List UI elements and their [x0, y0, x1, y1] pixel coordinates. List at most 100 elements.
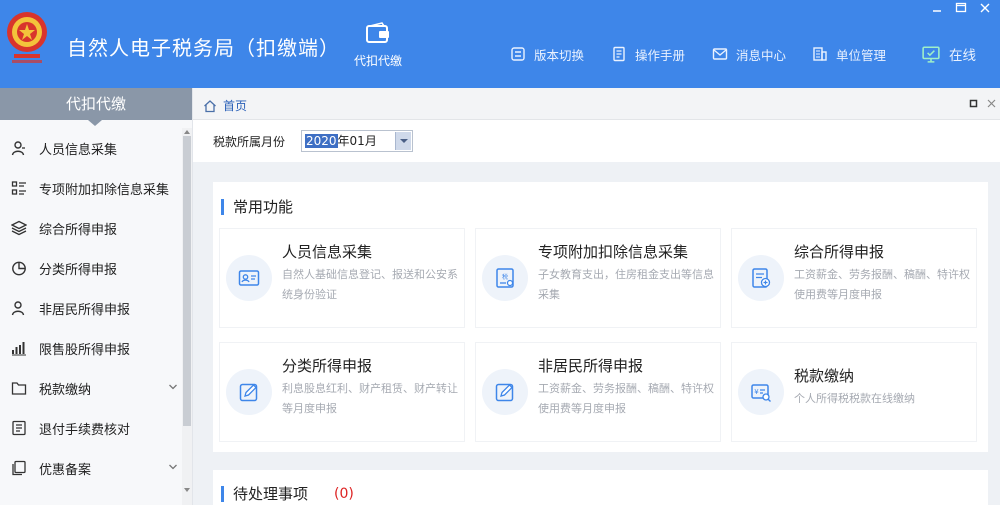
- sidebar: 代扣代缴 人员信息采集 专项附加扣除信息采集 综合所得申报 分类所得申报 非居民…: [0, 88, 193, 505]
- sidebar-item-label: 综合所得申报: [39, 222, 118, 238]
- wallet-icon: [366, 22, 389, 43]
- card-personnel-info[interactable]: 人员信息采集 自然人基础信息登记、报送和公安系统身份验证: [219, 228, 465, 328]
- menu-version-switch-label: 版本切换: [534, 47, 585, 63]
- title-accent-bar: [221, 485, 224, 502]
- close-window-icon[interactable]: [978, 2, 992, 14]
- payment-search-icon: ¥: [751, 384, 771, 402]
- card-desc: 自然人基础信息登记、报送和公安系统身份验证: [282, 268, 458, 301]
- sidebar-item-label: 非居民所得申报: [39, 302, 131, 318]
- nav-withholding-label: 代扣代缴: [353, 54, 402, 68]
- pending-title-text: 待处理事项: [233, 485, 309, 503]
- app-title: 自然人电子税务局（扣缴端）: [67, 36, 340, 60]
- scroll-down-icon[interactable]: [184, 487, 190, 493]
- sidebar-item-refund-fee-check[interactable]: 退付手续费核对: [0, 408, 182, 448]
- card-icon-wrap: ¥: [738, 369, 784, 415]
- folder-icon: [11, 382, 27, 395]
- layers-icon: [11, 220, 27, 236]
- home-icon: [204, 99, 216, 112]
- minimize-icon[interactable]: [930, 2, 944, 14]
- chevron-down-icon[interactable]: [168, 462, 178, 472]
- pending-title: 待处理事项 (0): [221, 483, 354, 504]
- copy-icon: [12, 460, 26, 476]
- window-controls: [930, 2, 992, 16]
- manual-icon: [613, 46, 625, 62]
- menu-version-switch[interactable]: 版本切换: [510, 44, 584, 64]
- main-content: 税款所属月份 2020年01月 常用功能 人员信息采集 自然人基础信息登记、报送…: [193, 120, 1000, 505]
- person-outline-icon: [11, 301, 25, 316]
- edit-icon: [239, 383, 258, 402]
- card-icon-wrap: 税: [482, 255, 528, 301]
- svg-text:¥: ¥: [754, 388, 759, 396]
- version-switch-icon: [511, 47, 525, 61]
- tab-home-label: 首页: [223, 99, 248, 113]
- filter-bar: 税款所属月份 2020年01月: [193, 120, 1000, 162]
- card-comprehensive-income[interactable]: 综合所得申报 工资薪金、劳务报酬、稿酬、特许权使用费等月度申报: [731, 228, 977, 328]
- svg-text:税: 税: [502, 273, 508, 281]
- card-classified-income[interactable]: 分类所得申报 利息股息红利、财产租赁、财产转让等月度申报: [219, 342, 465, 442]
- card-desc: 工资薪金、劳务报酬、稿酬、特许权使用费等月度申报: [538, 382, 714, 415]
- card-title: 非居民所得申报: [538, 357, 644, 375]
- sidebar-scrollbar[interactable]: [182, 128, 192, 505]
- tax-doc-icon: 税: [496, 268, 514, 288]
- tax-month-year: 2020: [305, 134, 338, 148]
- id-card-icon: [238, 270, 260, 286]
- report-add-icon: [752, 268, 771, 288]
- scroll-up-icon[interactable]: [184, 129, 190, 135]
- sidebar-item-classified-income[interactable]: 分类所得申报: [0, 248, 182, 288]
- card-nonresident-income[interactable]: 非居民所得申报 工资薪金、劳务报酬、稿酬、特许权使用费等月度申报: [475, 342, 721, 442]
- card-icon-wrap: [226, 369, 272, 415]
- pending-count[interactable]: (0): [334, 486, 354, 502]
- menu-company-management[interactable]: 单位管理: [812, 44, 886, 64]
- menu-message-center-label: 消息中心: [736, 47, 787, 63]
- edit-icon: [495, 383, 514, 402]
- card-desc: 个人所得税税款在线缴纳: [794, 392, 915, 405]
- sidebar-item-comprehensive-income[interactable]: 综合所得申报: [0, 208, 182, 248]
- sidebar-item-nonresident-income[interactable]: 非居民所得申报: [0, 288, 182, 328]
- sidebar-item-label: 限售股所得申报: [39, 342, 131, 358]
- tax-emblem-icon: [7, 12, 47, 63]
- tax-month-label: 税款所属月份: [213, 135, 286, 149]
- tab-home[interactable]: 首页: [203, 97, 247, 114]
- list-icon: [11, 181, 26, 195]
- pending-panel: 待处理事项 (0): [213, 470, 988, 505]
- card-desc: 利息股息红利、财产租赁、财产转让等月度申报: [282, 382, 458, 415]
- maximize-icon[interactable]: [954, 2, 968, 14]
- document-icon: [12, 420, 26, 436]
- sidebar-item-label: 退付手续费核对: [39, 422, 131, 438]
- sidebar-item-tax-payment[interactable]: 税款缴纳: [0, 368, 182, 408]
- sidebar-heading: 代扣代缴: [0, 88, 192, 126]
- dropdown-arrow-icon[interactable]: [395, 132, 411, 150]
- card-tax-payment[interactable]: ¥ 税款缴纳 个人所得税税款在线缴纳: [731, 342, 977, 442]
- menu-manual[interactable]: 操作手册: [611, 44, 685, 64]
- menu-online-status[interactable]: 在线: [921, 44, 976, 64]
- pie-icon: [12, 261, 26, 276]
- nav-withholding[interactable]: 代扣代缴: [346, 22, 410, 69]
- company-icon: [813, 47, 827, 61]
- tab-restore-icon[interactable]: [969, 99, 978, 108]
- message-icon: [712, 48, 728, 60]
- sidebar-item-label: 分类所得申报: [39, 262, 118, 278]
- sidebar-item-restricted-stock[interactable]: 限售股所得申报: [0, 328, 182, 368]
- tab-close-icon[interactable]: [987, 99, 996, 108]
- sidebar-item-label: 税款缴纳: [39, 382, 92, 398]
- menu-message-center[interactable]: 消息中心: [712, 44, 786, 64]
- person-icon: [11, 141, 25, 156]
- title-accent-bar: [221, 198, 224, 215]
- common-functions-panel: 常用功能 人员信息采集 自然人基础信息登记、报送和公安系统身份验证 税 专项附加…: [213, 182, 988, 452]
- menu-manual-label: 操作手册: [635, 47, 686, 63]
- card-title: 专项附加扣除信息采集: [538, 243, 689, 261]
- sidebar-item-preferential-filing[interactable]: 优惠备案: [0, 448, 182, 488]
- card-special-deduction[interactable]: 税 专项附加扣除信息采集 子女教育支出，住房租金支出等信息采集: [475, 228, 721, 328]
- common-functions-title-text: 常用功能: [233, 198, 294, 216]
- tax-month-select[interactable]: 2020年01月: [301, 130, 413, 152]
- card-icon-wrap: [482, 369, 528, 415]
- app-header: 自然人电子税务局（扣缴端） 代扣代缴 版本切换 操作手册 消息中心 单位管理 在…: [0, 0, 1000, 88]
- common-functions-title: 常用功能: [221, 196, 293, 217]
- sidebar-item-label: 专项附加扣除信息采集: [39, 182, 170, 198]
- sidebar-item-personnel-info[interactable]: 人员信息采集: [0, 128, 182, 168]
- card-title: 税款缴纳: [794, 367, 855, 385]
- menu-company-management-label: 单位管理: [836, 47, 887, 63]
- chevron-down-icon[interactable]: [168, 382, 178, 392]
- sidebar-item-special-deduction[interactable]: 专项附加扣除信息采集: [0, 168, 182, 208]
- scrollbar-thumb[interactable]: [183, 136, 191, 426]
